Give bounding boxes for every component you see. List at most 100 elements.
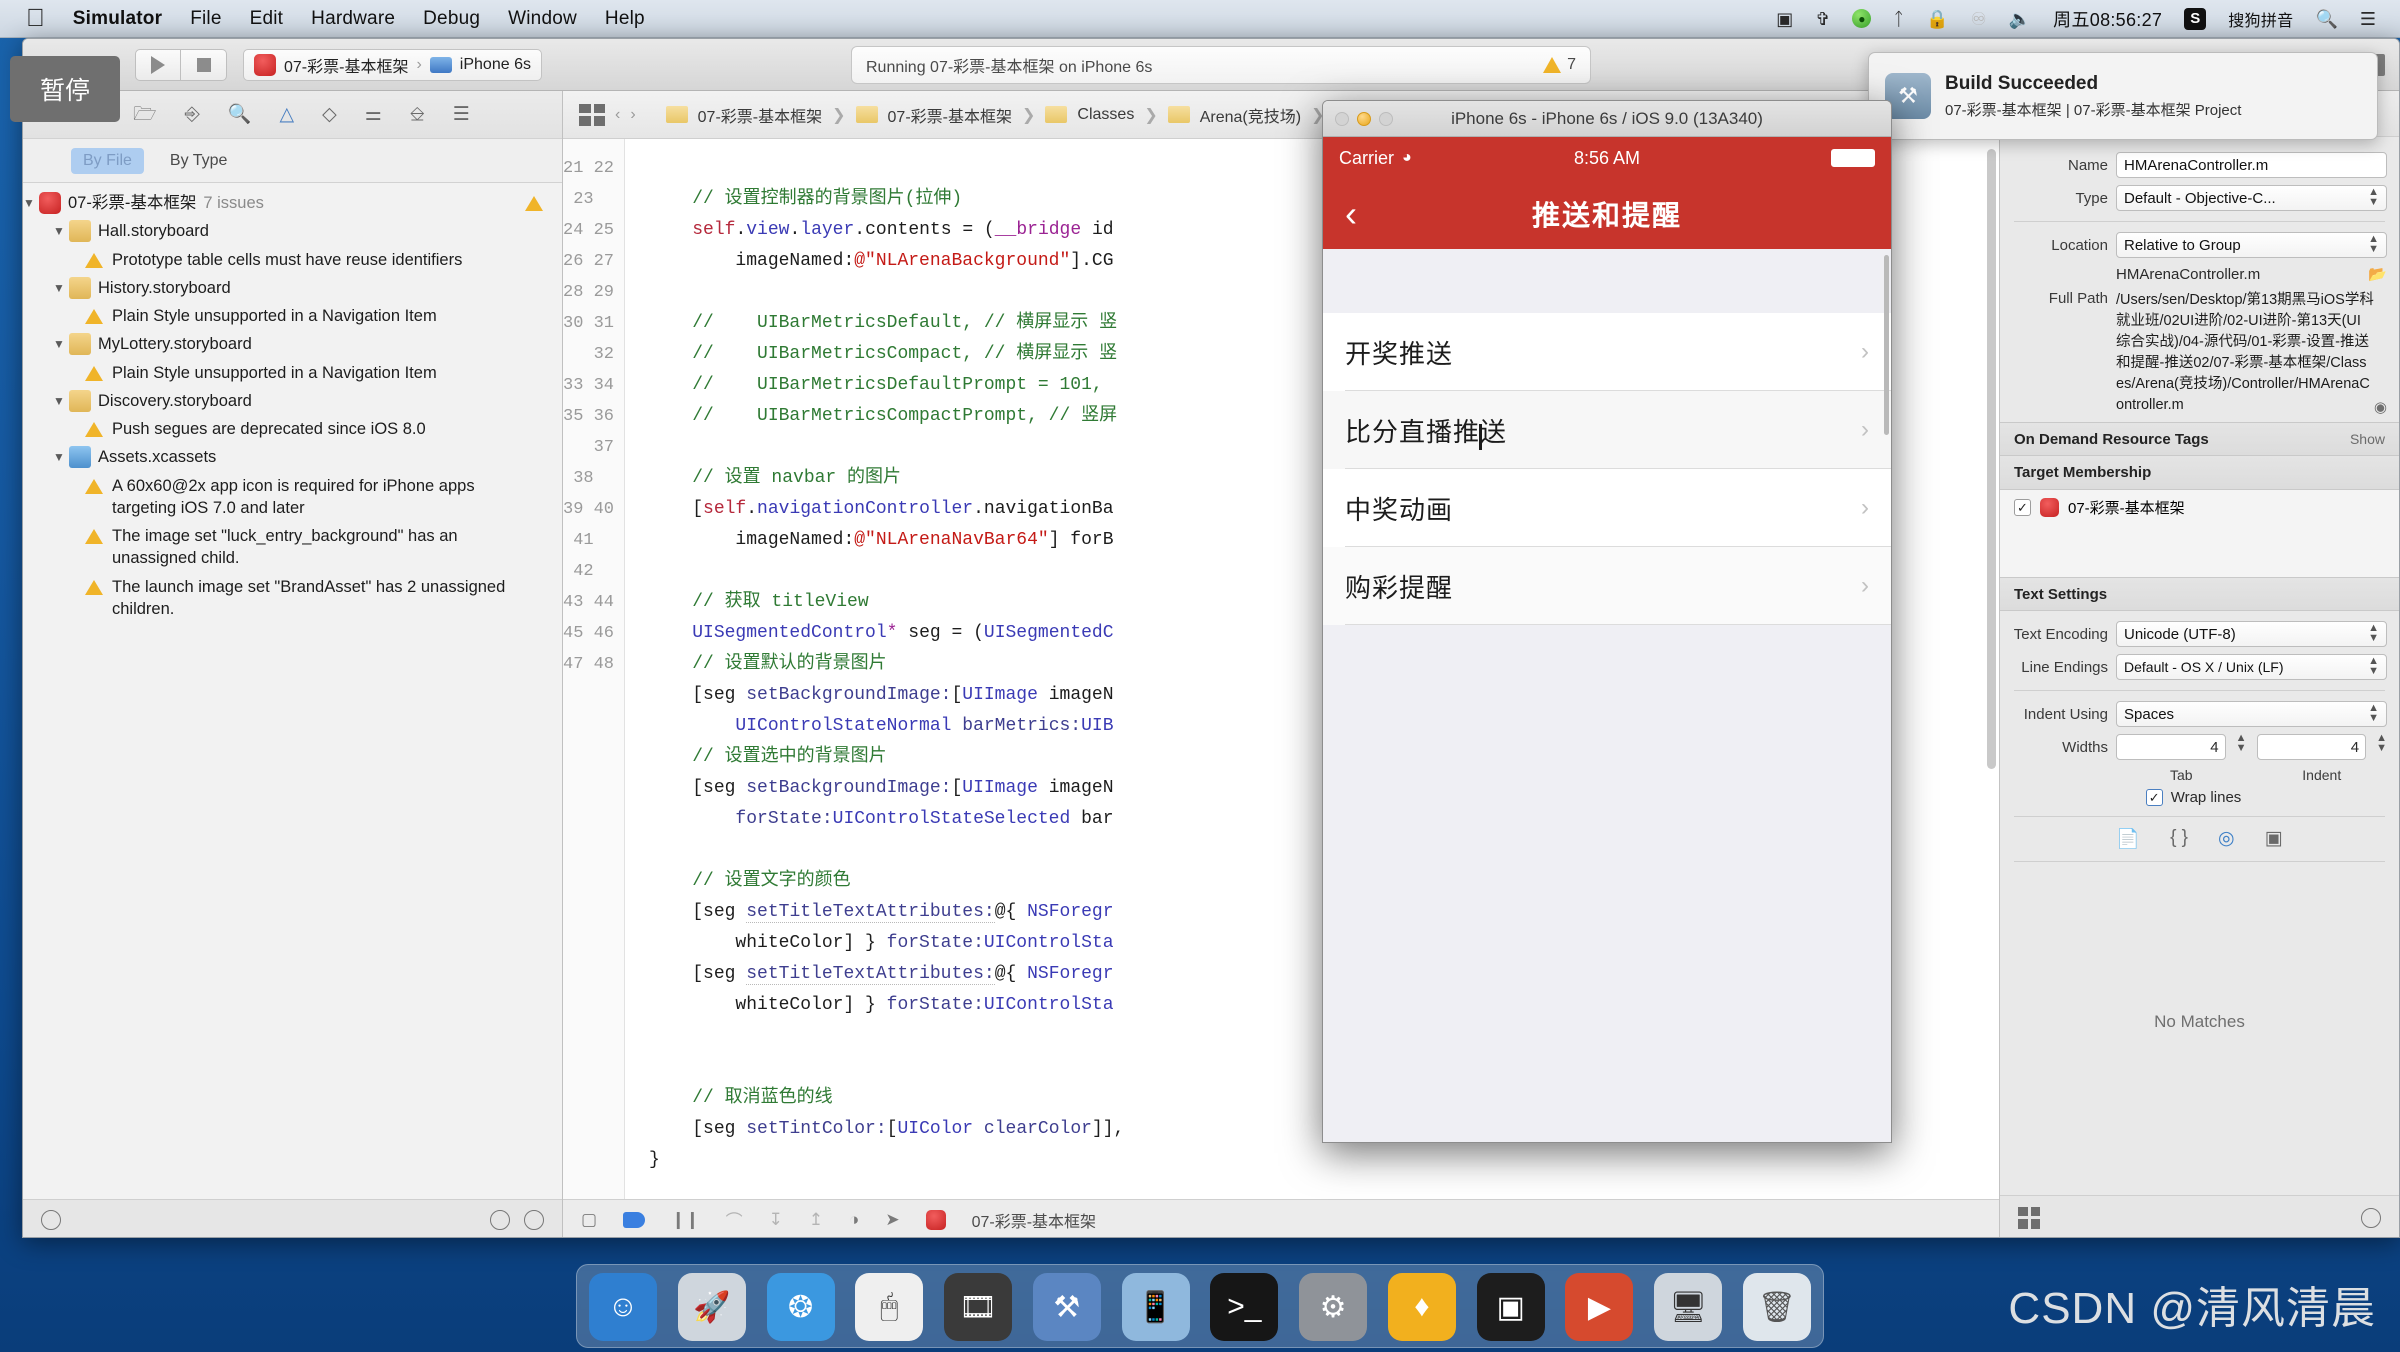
trash-icon[interactable]: 🗑 [1742, 1273, 1811, 1341]
line-endings-select[interactable]: Default - OS X / Unix (LF) ▲ ▼ [2116, 654, 2387, 681]
issue-row[interactable]: Push segues are deprecated since iOS 8.0 [23, 415, 562, 443]
info-icon[interactable] [2361, 1207, 2381, 1228]
tab-width-field[interactable]: 4 [2116, 734, 2226, 761]
screens-icon[interactable]: 🖥 [1654, 1273, 1723, 1341]
issue-row[interactable]: The image set "luck_entry_background" ha… [23, 522, 562, 573]
chevron-left-icon[interactable]: ‹ [615, 106, 620, 124]
issue-file-row[interactable]: ▼ Discovery.storyboard [23, 387, 562, 415]
folder-icon[interactable]: 🗁 [133, 105, 157, 124]
on-demand-show-link[interactable]: Show [2350, 431, 2385, 447]
launchpad-icon[interactable]: 🚀 [677, 1273, 746, 1341]
segment-by-type[interactable]: By Type [158, 148, 240, 174]
issue-file-row[interactable]: ▼ MyLottery.storyboard [23, 330, 562, 358]
tag-icon[interactable]: ⎒ [410, 105, 425, 124]
lock-icon[interactable]: 🔒 [1926, 10, 1948, 28]
input-method-badge[interactable]: S [2184, 7, 2207, 30]
issue-row[interactable]: Prototype table cells must have reuse id… [23, 246, 562, 274]
location-select[interactable]: Relative to Group ▲ ▼ [2116, 232, 2387, 258]
scheme-selector[interactable]: 07-彩票-基本框架 › iPhone 6s [243, 48, 542, 81]
search-icon[interactable]: 🔍 [228, 105, 252, 124]
list-item[interactable]: 比分直播推送 › [1323, 391, 1891, 469]
issue-file-row[interactable]: ▼ History.storyboard [23, 274, 562, 302]
ios-simulator-window[interactable]: iPhone 6s - iPhone 6s / iOS 9.0 (13A340)… [1322, 100, 1892, 1143]
editor-scrollbar[interactable] [1987, 149, 1996, 769]
add-icon[interactable] [41, 1209, 61, 1230]
indent-using-select[interactable]: Spaces ▲ ▼ [2116, 701, 2387, 728]
notification-center-icon[interactable]: ☰ [2360, 10, 2376, 28]
source-control-icon[interactable]: ⎆ [185, 105, 200, 124]
quicktime-icon[interactable]: 🎞 [944, 1273, 1013, 1341]
recent-icon[interactable] [524, 1209, 544, 1230]
segment-by-file[interactable]: By File [71, 147, 144, 174]
reveal-in-finder-icon[interactable]: ◉ [2374, 398, 2387, 416]
wrap-lines-checkbox[interactable]: ✓ [2145, 789, 2163, 807]
issue-file-row[interactable]: ▼ Hall.storyboard [23, 217, 562, 245]
stop-button[interactable] [181, 48, 227, 81]
breakpoint-icon[interactable]: ⚌ [365, 105, 382, 124]
menu-edit[interactable]: Edit [250, 8, 284, 30]
location-icon[interactable]: ➤ [885, 1210, 899, 1230]
step-over-icon[interactable]: ⌒ [726, 1207, 743, 1232]
indent-width-stepper[interactable]: ▲ ▼ [2376, 733, 2387, 760]
disclosure-triangle-icon[interactable]: ▼ [23, 195, 39, 211]
apple-menu-icon[interactable]:  [26, 6, 45, 31]
settings-icon[interactable]: ⚙ [1299, 1273, 1368, 1341]
menu-file[interactable]: File [190, 8, 221, 30]
issue-row[interactable]: A 60x60@2x app icon is required for iPho… [23, 472, 562, 523]
search-icon[interactable]: 🔍 [2315, 10, 2337, 28]
text-encoding-select[interactable]: Unicode (UTF-8) ▲ ▼ [2116, 621, 2387, 648]
ios-table-view[interactable]: 开奖推送 › 比分直播推送 › 中奖动画 › 购彩提醒 › [1323, 249, 1891, 1142]
terminal-icon[interactable]: >_ [1210, 1273, 1279, 1341]
step-out-icon[interactable]: ↥ [809, 1210, 823, 1230]
step-into-icon[interactable]: ↧ [769, 1210, 783, 1230]
menu-clock[interactable]: 周五08:56:27 [2053, 6, 2162, 32]
warning-triangle-icon[interactable]: △ [279, 105, 294, 124]
disclosure-triangle-icon[interactable]: ▼ [53, 336, 69, 352]
choose-file-icon[interactable]: 📂 [2368, 265, 2387, 283]
disclosure-triangle-icon[interactable]: ▼ [53, 280, 69, 296]
menu-hardware[interactable]: Hardware [311, 8, 395, 30]
pause-icon[interactable]: ❙❙ [671, 1210, 700, 1230]
target-checkbox[interactable]: ✓ [2014, 499, 2031, 517]
input-method-label[interactable]: 搜狗拼音 [2228, 7, 2293, 31]
issue-filter-segmented[interactable]: By File By Type [23, 139, 562, 183]
breadcrumb-item-1[interactable]: 07-彩票-基本框架 [888, 103, 1012, 127]
breadcrumb-item-2[interactable]: Classes [1077, 106, 1134, 124]
media-library-icon[interactable]: ▣ [2265, 827, 2283, 851]
issue-row[interactable]: Plain Style unsupported in a Navigation … [23, 302, 562, 330]
issue-row[interactable]: Plain Style unsupported in a Navigation … [23, 359, 562, 387]
media-icon[interactable]: ▶ [1565, 1273, 1634, 1341]
shield-icon[interactable]: ♾ [1971, 10, 1987, 28]
dropbox-icon[interactable]: ● [1852, 9, 1872, 28]
breakpoint-toggle-icon[interactable]: ▢ [581, 1210, 597, 1230]
list-item[interactable]: 开奖推送 › [1323, 313, 1891, 391]
volume-icon[interactable]: 🔈 [2009, 10, 2031, 28]
issue-file-row[interactable]: ▼ Assets.xcassets [23, 443, 562, 471]
list-item[interactable]: 购彩提醒 › [1323, 547, 1891, 625]
screen-record-icon[interactable]: ▣ [1776, 10, 1793, 28]
disclosure-triangle-icon[interactable]: ▼ [53, 449, 69, 465]
breadcrumb-item-0[interactable]: 07-彩票-基本框架 [698, 103, 822, 127]
filter-icon[interactable] [490, 1209, 510, 1230]
name-field[interactable]: HMArenaController.m [2116, 152, 2387, 178]
disclosure-triangle-icon[interactable]: ▼ [53, 393, 69, 409]
type-select[interactable]: Default - Objective-C... ▲ ▼ [2116, 185, 2387, 211]
indent-width-field[interactable]: 4 [2256, 734, 2367, 761]
list-item[interactable]: 中奖动画 › [1323, 469, 1891, 547]
run-button[interactable] [135, 48, 181, 81]
issue-row[interactable]: The launch image set "BrandAsset" has 2 … [23, 573, 562, 624]
related-items-icon[interactable] [579, 103, 605, 126]
safari-icon[interactable]: ❂ [766, 1273, 835, 1341]
code-snippet-icon[interactable]: { } [2170, 827, 2188, 851]
target-membership-row[interactable]: ✓ 07-彩票-基本框架 [2000, 490, 2399, 526]
debug-diamond-icon[interactable]: ◇ [322, 105, 337, 124]
library-file-icon[interactable]: 📄 [2116, 827, 2140, 851]
object-library-icon[interactable]: ◎ [2218, 827, 2235, 851]
simulator-icon[interactable]: 📱 [1121, 1273, 1190, 1341]
menu-help[interactable]: Help [605, 8, 645, 30]
zoom-icon[interactable] [1379, 111, 1393, 126]
minimize-icon[interactable] [1357, 111, 1371, 126]
mouse-icon[interactable]: 🖱 [855, 1273, 924, 1341]
menu-simulator[interactable]: Simulator [73, 8, 162, 30]
finder-icon[interactable]: ☺ [589, 1273, 657, 1341]
